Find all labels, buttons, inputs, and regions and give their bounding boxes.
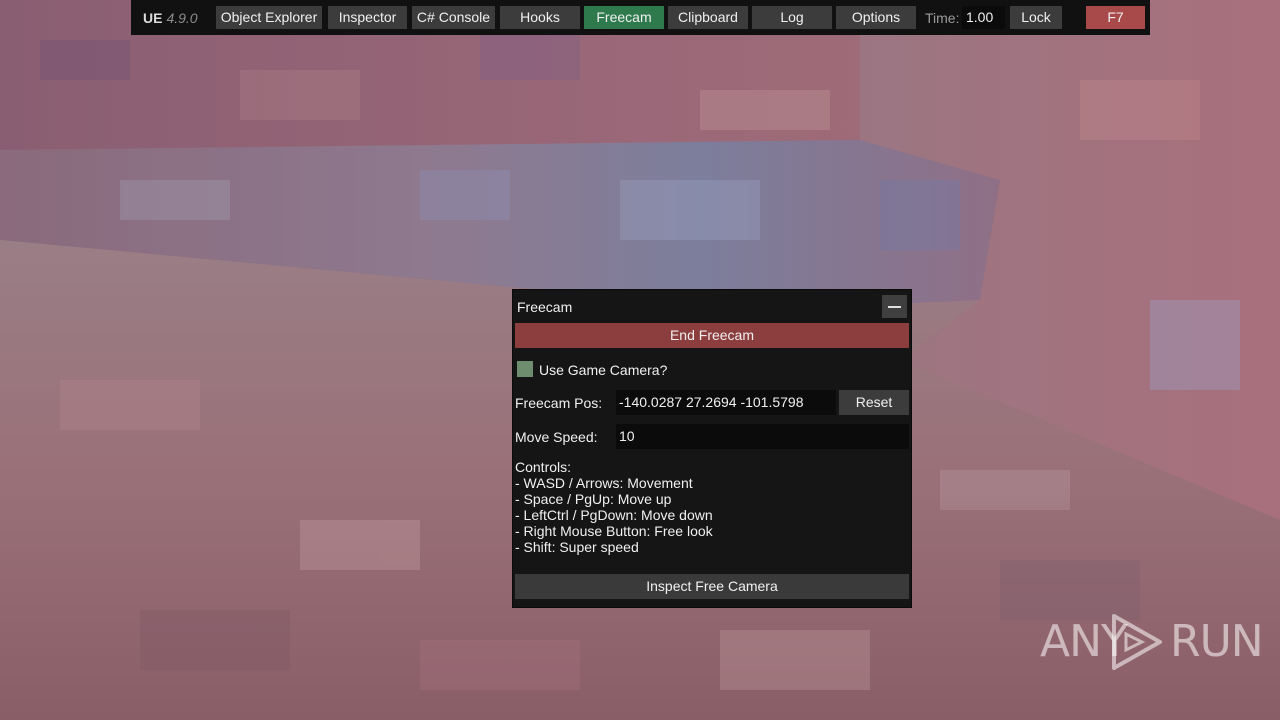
use-game-camera-checkbox[interactable] [517, 361, 533, 377]
end-freecam-button[interactable]: End Freecam [515, 323, 909, 348]
freecam-titlebar[interactable]: Freecam [513, 290, 911, 322]
panel-title: Freecam [517, 299, 573, 315]
lock-button[interactable]: Lock [1010, 6, 1062, 29]
freecam-pos-input[interactable]: -140.0287 27.2694 -101.5798 [616, 390, 836, 415]
time-scale-label: Time: [925, 10, 960, 26]
object-explorer-button[interactable]: Object Explorer [216, 6, 322, 29]
reset-button[interactable]: Reset [839, 390, 909, 415]
csharp-console-button[interactable]: C# Console [412, 6, 495, 29]
freecam-pos-label: Freecam Pos: [515, 395, 603, 411]
clipboard-button[interactable]: Clipboard [668, 6, 748, 29]
play-icon [1112, 614, 1162, 670]
log-button[interactable]: Log [752, 6, 832, 29]
controls-help-text: Controls: - WASD / Arrows: Movement - Sp… [515, 459, 713, 555]
inspect-free-camera-button[interactable]: Inspect Free Camera [515, 574, 909, 599]
controls-line: - Space / PgUp: Move up [515, 491, 672, 507]
controls-line: - Shift: Super speed [515, 539, 639, 555]
hooks-button[interactable]: Hooks [500, 6, 580, 29]
app-version: 4.9.0 [166, 10, 198, 26]
watermark-text-right: RUN [1170, 616, 1264, 667]
app-brand: UE 4.9.0 [143, 10, 198, 26]
freecam-panel: Freecam End Freecam Use Game Camera? Fre… [512, 289, 912, 608]
controls-line: - LeftCtrl / PgDown: Move down [515, 507, 713, 523]
toggle-hotkey-button[interactable]: F7 [1086, 6, 1145, 29]
top-toolbar: UE 4.9.0 Object Explorer Inspector C# Con… [131, 0, 1150, 35]
controls-heading: Controls: [515, 459, 572, 475]
move-speed-label: Move Speed: [515, 429, 598, 445]
options-button[interactable]: Options [836, 6, 916, 29]
controls-line: - WASD / Arrows: Movement [515, 475, 693, 491]
use-game-camera-label[interactable]: Use Game Camera? [539, 362, 667, 378]
freecam-button[interactable]: Freecam [584, 6, 664, 29]
move-speed-input[interactable]: 10 [616, 424, 909, 449]
minimize-button[interactable] [882, 295, 907, 318]
controls-line: - Right Mouse Button: Free look [515, 523, 713, 539]
inspector-button[interactable]: Inspector [328, 6, 407, 29]
time-scale-input[interactable]: 1.00 [962, 6, 1005, 29]
app-name: UE [143, 10, 163, 26]
